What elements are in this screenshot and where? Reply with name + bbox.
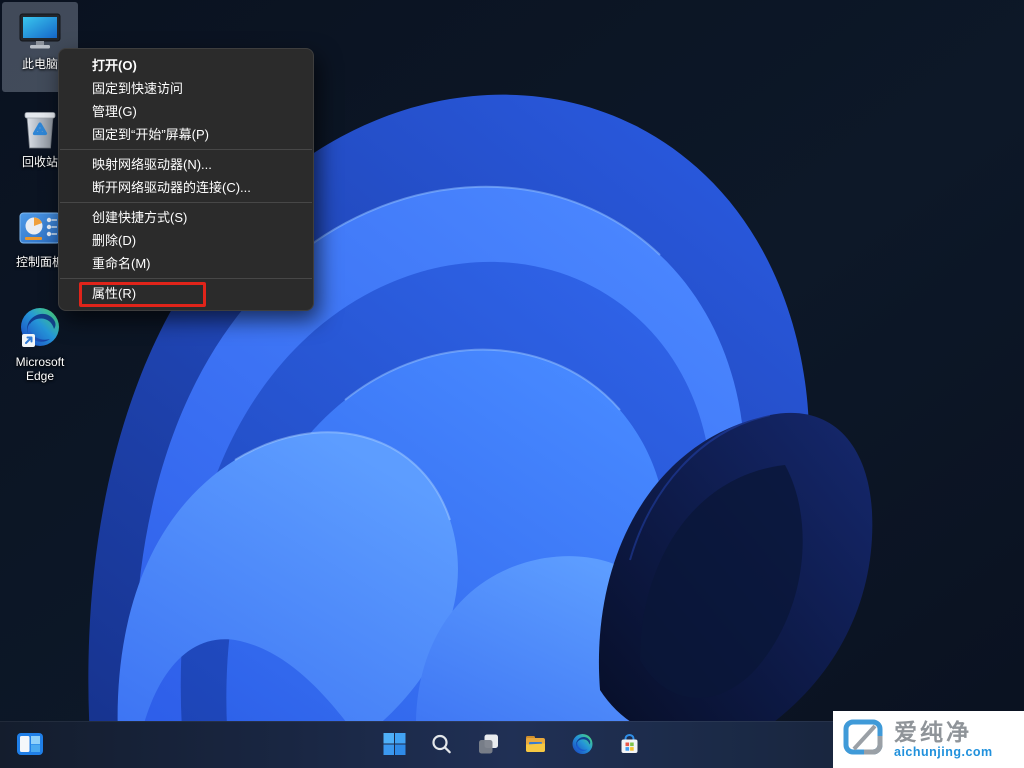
menu-item-properties[interactable]: 属性(R) [59, 282, 313, 305]
menu-item-pin-quick-access[interactable]: 固定到快速访问 [59, 77, 313, 100]
edge-icon [16, 304, 64, 352]
start-icon [383, 732, 407, 759]
task-view-button[interactable] [475, 725, 503, 765]
menu-separator [60, 278, 312, 279]
aichunjing-logo [842, 716, 888, 763]
widgets-button[interactable] [10, 722, 50, 768]
watermark-brand: 爱纯净 [894, 721, 993, 744]
file-explorer-button[interactable] [522, 725, 550, 765]
desktop-icon-label: 控制面板 [16, 255, 64, 269]
desktop-icon-edge[interactable]: Microsoft Edge [2, 300, 78, 390]
menu-item-create-shortcut[interactable]: 创建快捷方式(S) [59, 206, 313, 229]
menu-item-map-network-drive[interactable]: 映射网络驱动器(N)... [59, 153, 313, 176]
menu-item-open[interactable]: 打开(O) [59, 54, 313, 77]
desktop-icon-label: 回收站 [22, 155, 58, 169]
menu-item-manage[interactable]: 管理(G) [59, 100, 313, 123]
edge-button[interactable] [569, 725, 597, 765]
search-button[interactable] [428, 725, 456, 765]
this-pc-icon [16, 6, 64, 54]
watermark-text: 爱纯净 aichunjing.com [894, 721, 993, 759]
watermark: 爱纯净 aichunjing.com [833, 711, 1024, 768]
context-menu: 打开(O) 固定到快速访问 管理(G) 固定到“开始”屏幕(P) 映射网络驱动器… [58, 48, 314, 311]
menu-separator [60, 202, 312, 203]
task-view-icon [477, 732, 501, 759]
edge-taskbar-icon [571, 732, 595, 759]
start-button[interactable] [381, 725, 409, 765]
desktop: 此电脑 回收站 [0, 0, 1024, 768]
recycle-bin-icon [16, 104, 64, 152]
watermark-domain: aichunjing.com [894, 746, 993, 759]
taskbar-center-icons [381, 722, 644, 768]
control-panel-icon [16, 204, 64, 252]
file-explorer-icon [524, 732, 548, 759]
menu-item-delete[interactable]: 删除(D) [59, 229, 313, 252]
widgets-icon [16, 730, 44, 761]
microsoft-store-button[interactable] [616, 725, 644, 765]
desktop-icon-label: 此电脑 [22, 57, 58, 71]
desktop-icon-label: Microsoft Edge [2, 355, 78, 383]
search-icon [430, 732, 454, 759]
menu-item-pin-to-start[interactable]: 固定到“开始”屏幕(P) [59, 123, 313, 146]
microsoft-store-icon [618, 732, 642, 759]
menu-separator [60, 149, 312, 150]
menu-item-disconnect-network-drive[interactable]: 断开网络驱动器的连接(C)... [59, 176, 313, 199]
menu-item-rename[interactable]: 重命名(M) [59, 252, 313, 275]
